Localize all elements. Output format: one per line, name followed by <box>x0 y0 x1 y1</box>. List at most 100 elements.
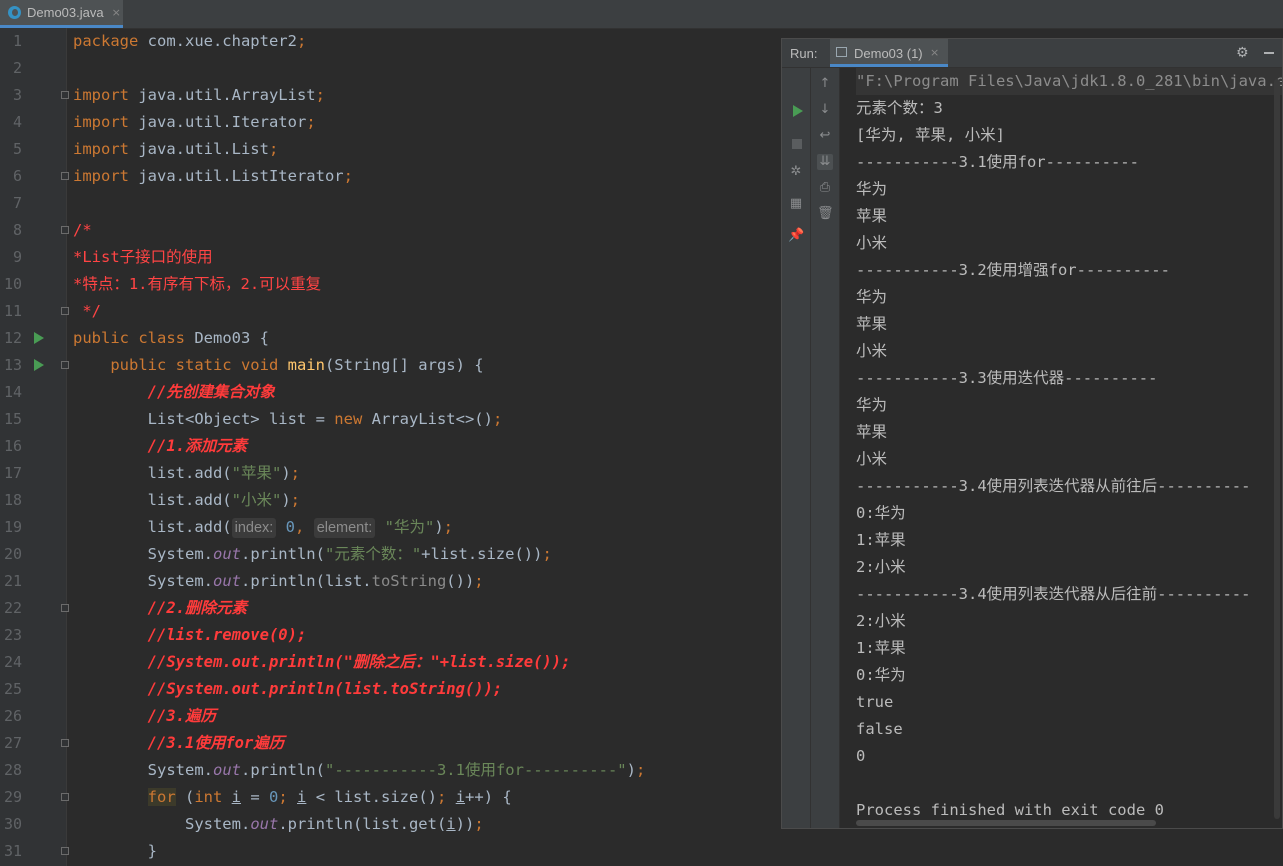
console-line: -----------3.2使用增强for---------- <box>856 261 1170 279</box>
fold-icon[interactable] <box>61 172 69 180</box>
code-token: ) <box>281 464 291 482</box>
console-line: 元素个数：3 <box>856 99 943 117</box>
code-token: .println( <box>240 761 325 779</box>
console-line: 小米 <box>856 342 888 360</box>
soft-wrap-icon[interactable]: ↩ <box>817 128 833 144</box>
line-number: 14 <box>3 383 22 401</box>
stop-icon[interactable] <box>792 139 802 149</box>
fold-icon[interactable] <box>61 604 69 612</box>
arrow-up-icon[interactable]: ↑ <box>817 76 833 92</box>
fold-icon[interactable] <box>61 226 69 234</box>
minimize-icon[interactable] <box>1264 52 1274 54</box>
code-token: */ <box>73 302 101 320</box>
code-text: //list.remove(0); <box>73 622 307 649</box>
horizontal-scrollbar[interactable] <box>856 820 1156 826</box>
close-icon[interactable]: × <box>930 46 939 59</box>
code-token: //3.遍历 <box>147 707 216 725</box>
rerun-icon[interactable] <box>793 105 803 117</box>
editor-tab-bar: Demo03.java × <box>0 0 1283 29</box>
run-toolbar-right: ↑ ↓ ↩ ⇊ ⎙ 🗑 <box>811 68 840 828</box>
tab-run-demo03[interactable]: Demo03 (1) × <box>830 39 948 67</box>
code-token: //1.添加元素 <box>147 437 247 455</box>
line-number: 9 <box>12 248 22 266</box>
code-token: i <box>297 788 307 806</box>
code-token: ; <box>343 167 353 185</box>
tab-demo03-java[interactable]: Demo03.java × <box>0 0 123 28</box>
code-token: ()) <box>446 572 475 590</box>
line-number: 29 <box>3 788 22 806</box>
code-token: //3.1使用for遍历 <box>147 734 285 752</box>
code-token: //2.删除元素 <box>147 599 247 617</box>
fold-icon[interactable] <box>61 847 69 855</box>
gear-icon[interactable]: ⚙ <box>1236 45 1249 61</box>
line-number: 25 <box>3 680 22 698</box>
code-token: out <box>212 545 241 563</box>
close-icon[interactable]: × <box>112 6 121 19</box>
run-title: Run: <box>790 46 818 61</box>
run-gutter-icon[interactable] <box>34 332 44 344</box>
debug-icon[interactable]: ✲ <box>788 164 804 180</box>
console-line: -----------3.4使用列表迭代器从前往后---------- <box>856 477 1251 495</box>
code-token: /* <box>73 221 92 239</box>
code-text: //3.遍历 <box>73 703 216 730</box>
code-token: i <box>231 788 241 806</box>
fold-icon[interactable] <box>61 91 69 99</box>
line-number: 30 <box>3 815 22 833</box>
code-token: out <box>250 815 279 833</box>
code-token: "小米" <box>231 491 282 509</box>
code-text: package com.xue.chapter2; <box>73 28 306 55</box>
fold-icon[interactable] <box>61 793 69 801</box>
scroll-to-end-icon[interactable]: ⇊ <box>817 154 833 170</box>
pin-icon[interactable]: 📌 <box>788 228 804 244</box>
line-number: 27 <box>3 734 22 752</box>
code-token: public static void <box>110 356 288 374</box>
fold-icon[interactable] <box>61 739 69 747</box>
parameter-hint: index: <box>231 518 277 538</box>
code-token: import <box>73 113 139 131</box>
code-text: public class Demo03 { <box>73 325 269 352</box>
code-token: )) <box>455 815 475 833</box>
console-line: 小米 <box>856 450 888 468</box>
console-line: -----------3.1使用for---------- <box>856 153 1139 171</box>
code-token: *List子接口的使用 <box>73 248 213 266</box>
vertical-scrollbar[interactable] <box>1274 79 1280 819</box>
line-number: 8 <box>12 221 22 239</box>
line-number: 7 <box>12 194 22 212</box>
fold-icon[interactable] <box>61 307 69 315</box>
code-token: = <box>241 788 269 806</box>
console-line: 2:小米 <box>856 558 906 576</box>
run-toolbar-left: ✲ ▦ 📌 <box>782 68 811 828</box>
code-token: list.add( <box>73 464 232 482</box>
code-text: import java.util.ListIterator; <box>73 163 353 190</box>
code-text: List<Object> list = new ArrayList<>(); <box>73 406 503 433</box>
trash-icon[interactable]: 🗑 <box>817 206 834 222</box>
code-token: for <box>147 788 176 806</box>
code-token: +list.size()) <box>421 545 543 563</box>
fold-icon[interactable] <box>61 361 69 369</box>
code-token: ) <box>434 518 444 536</box>
code-token: Demo03 { <box>194 329 269 347</box>
layout-icon[interactable]: ▦ <box>788 196 804 212</box>
line-number: 22 <box>3 599 22 617</box>
line-number: 3 <box>12 86 22 104</box>
line-number: 1 <box>12 32 22 50</box>
console-output[interactable]: "F:\Program Files\Java\jdk1.8.0_281\bin\… <box>842 68 1282 828</box>
console-line: 苹果 <box>856 315 888 333</box>
arrow-down-icon[interactable]: ↓ <box>817 102 833 118</box>
code-text: import java.util.ArrayList; <box>73 82 325 109</box>
console-line: -----------3.3使用迭代器---------- <box>856 369 1158 387</box>
code-line[interactable]: 31 } <box>0 838 1283 865</box>
code-text: System.out.println("元素个数："+list.size()); <box>73 541 552 568</box>
code-token: *特点：1.有序有下标，2.可以重复 <box>73 275 322 293</box>
print-icon[interactable]: ⎙ <box>817 180 833 196</box>
console-line: 2:小米 <box>856 612 906 630</box>
console-line: -----------3.4使用列表迭代器从后往前---------- <box>856 585 1251 603</box>
code-token: com.xue.chapter2 <box>147 32 297 50</box>
run-gutter-icon[interactable] <box>34 359 44 371</box>
